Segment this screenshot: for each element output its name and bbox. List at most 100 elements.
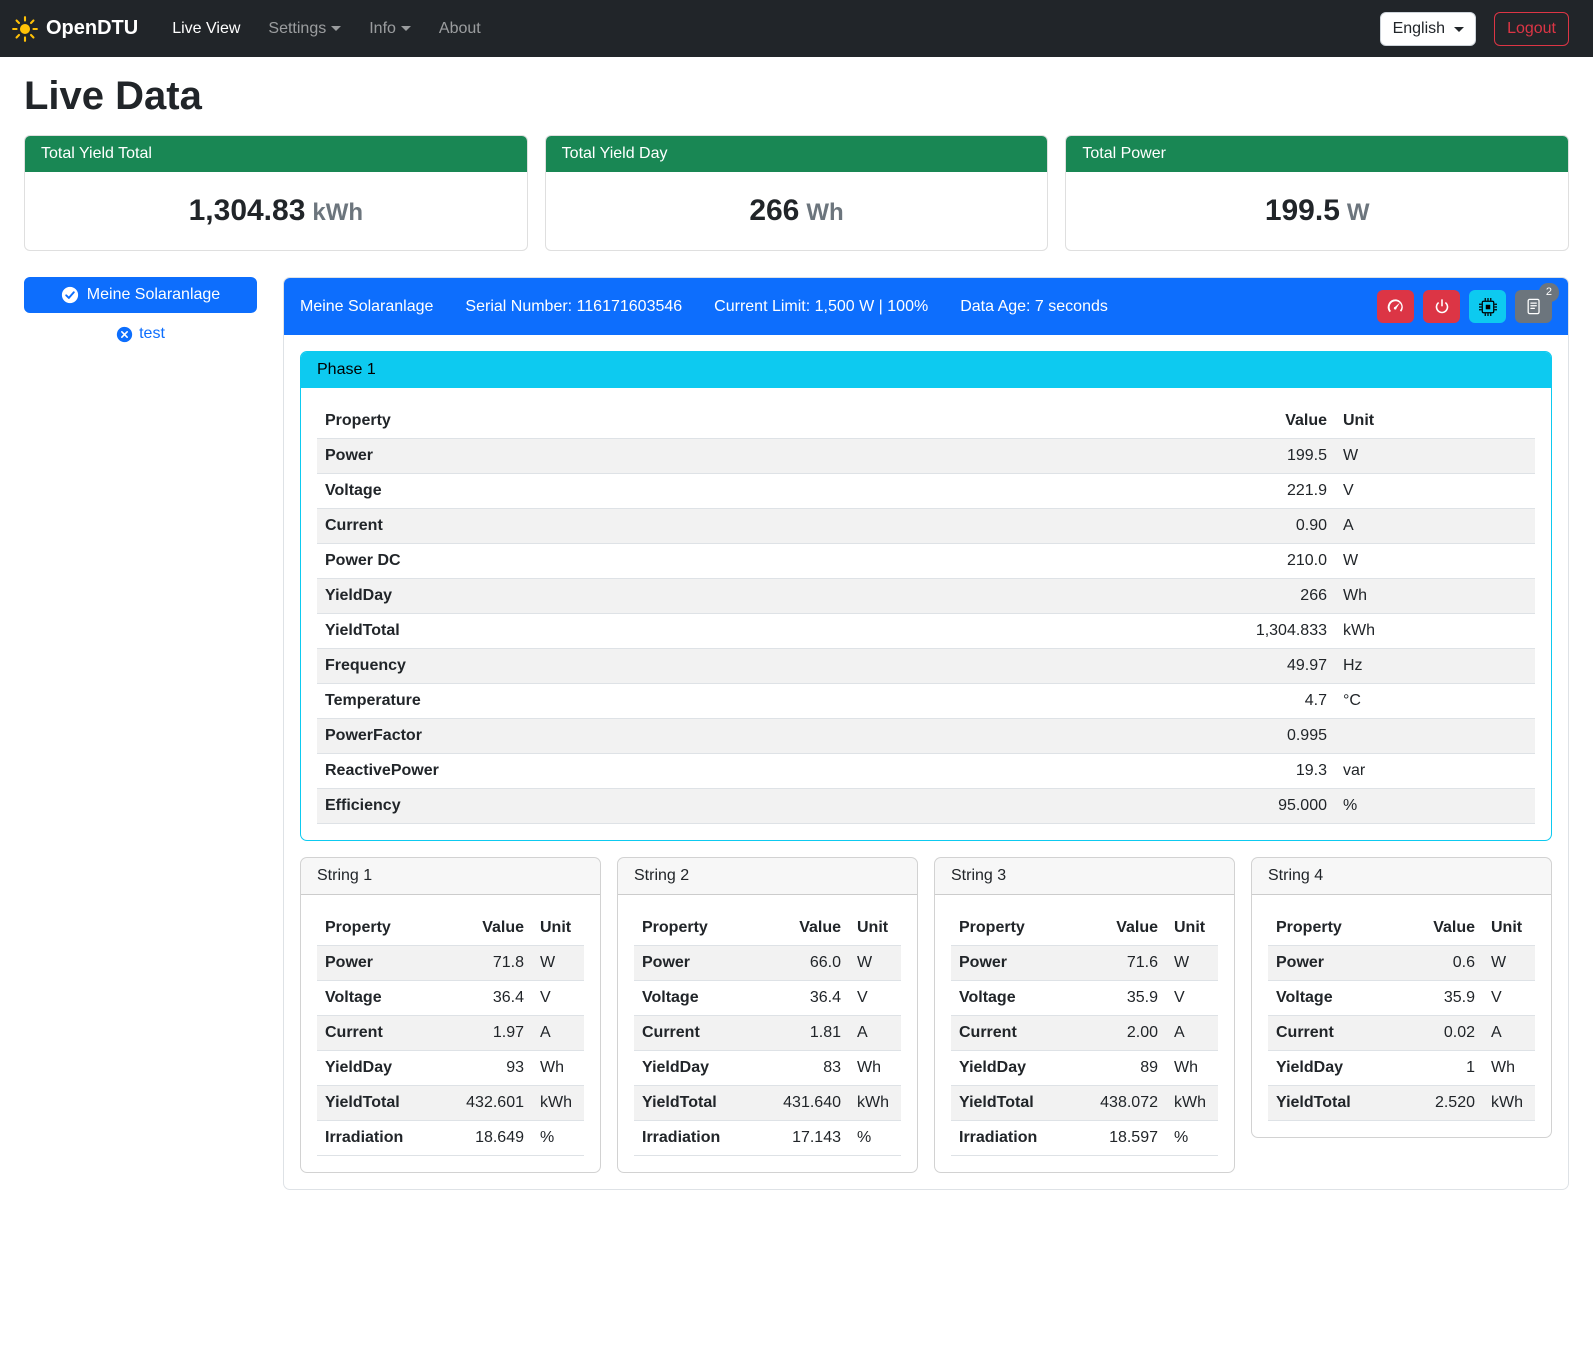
value-cell: 1.81 (775, 1016, 849, 1051)
property-cell: Voltage (317, 474, 1215, 509)
unit-cell: % (1335, 789, 1535, 824)
table-row: YieldTotal 431.640 kWh (634, 1086, 901, 1121)
string-table-body: Power 71.8 W Voltage 36.4 V (317, 946, 584, 1156)
value-cell: 66.0 (775, 946, 849, 981)
language-select[interactable]: English (1380, 12, 1476, 46)
unit-cell: kWh (1166, 1086, 1218, 1121)
value-cell: 36.4 (775, 981, 849, 1016)
property-cell: Voltage (951, 981, 1092, 1016)
column-header-property: Property (317, 911, 458, 946)
phase-card-body: Property Value Unit Power (301, 388, 1551, 840)
limit-settings-button[interactable] (1377, 290, 1414, 323)
property-cell: YieldTotal (951, 1086, 1092, 1121)
table-header-row: Property Value Unit (1268, 911, 1535, 946)
unit-cell: W (532, 946, 584, 981)
table-row: YieldDay 89 Wh (951, 1051, 1218, 1086)
table-row: Power DC 210.0 W (317, 544, 1535, 579)
device-info-button[interactable] (1469, 290, 1506, 323)
check-circle-icon (61, 286, 79, 304)
inverter-panel-header: Meine Solaranlage Serial Number: 1161716… (284, 278, 1568, 335)
value-cell: 36.4 (458, 981, 532, 1016)
string-table-body: Power 66.0 W Voltage 36.4 V (634, 946, 901, 1156)
chevron-down-icon (331, 26, 341, 31)
unit-cell: kWh (1483, 1086, 1535, 1121)
property-cell: Irradiation (317, 1121, 458, 1156)
brand[interactable]: OpenDTU (12, 16, 138, 42)
summary-card-total-power: Total Power 199.5W (1065, 135, 1569, 251)
property-cell: Power (634, 946, 775, 981)
cpu-icon (1479, 298, 1497, 316)
content-row: Meine Solaranlage test Meine Solaranlage… (24, 277, 1569, 1190)
table-row: PowerFactor 0.995 (317, 719, 1535, 754)
inverter-sidebar: Meine Solaranlage test (24, 277, 257, 343)
column-header-property: Property (317, 404, 1215, 439)
summary-card-value: 1,304.83 (189, 194, 306, 227)
nav-item-settings[interactable]: Settings (254, 12, 355, 46)
unit-cell: Wh (1335, 579, 1535, 614)
nav-item-info[interactable]: Info (355, 12, 425, 46)
column-header-unit: Unit (1166, 911, 1218, 946)
unit-cell: A (1335, 509, 1535, 544)
string-table-body: Power 71.6 W Voltage 35.9 V (951, 946, 1218, 1156)
value-cell: 1.97 (458, 1016, 532, 1051)
table-row: ReactivePower 19.3 var (317, 754, 1535, 789)
inverter-select-button-test[interactable]: test (24, 325, 257, 343)
power-icon (1433, 298, 1451, 316)
unit-cell: A (532, 1016, 584, 1051)
navbar-right: English Logout (1380, 12, 1569, 46)
value-cell: 221.9 (1215, 474, 1335, 509)
unit-cell: W (849, 946, 901, 981)
value-cell: 95.000 (1215, 789, 1335, 824)
table-row: YieldDay 83 Wh (634, 1051, 901, 1086)
table-row: Current 1.97 A (317, 1016, 584, 1051)
property-cell: Temperature (317, 684, 1215, 719)
phase-table: Property Value Unit Power (317, 404, 1535, 824)
string-table: Property Value Unit Power (951, 911, 1218, 1156)
value-cell: 0.90 (1215, 509, 1335, 544)
unit-cell: % (1166, 1121, 1218, 1156)
table-header-row: Property Value Unit (317, 911, 584, 946)
unit-cell (1335, 719, 1535, 754)
property-cell: YieldTotal (1268, 1086, 1411, 1121)
property-cell: Power (951, 946, 1092, 981)
strings-row: String 1 Property Value Unit (300, 857, 1552, 1173)
nav-links: Live View Settings Info About (158, 12, 495, 46)
column-header-unit: Unit (849, 911, 901, 946)
unit-cell: V (849, 981, 901, 1016)
string-card-body: Property Value Unit Power (618, 895, 917, 1172)
property-cell: Current (317, 509, 1215, 544)
property-cell: Voltage (1268, 981, 1411, 1016)
string-card-body: Property Value Unit Power (301, 895, 600, 1172)
unit-cell: V (1166, 981, 1218, 1016)
value-cell: 2.520 (1411, 1086, 1483, 1121)
unit-cell: V (1335, 474, 1535, 509)
string-table: Property Value Unit Power (1268, 911, 1535, 1121)
table-row: Power 0.6 W (1268, 946, 1535, 981)
table-row: Voltage 35.9 V (1268, 981, 1535, 1016)
logout-button[interactable]: Logout (1494, 12, 1569, 46)
nav-item-live-view[interactable]: Live View (158, 12, 254, 46)
language-select-value: English (1393, 20, 1445, 37)
inverter-select-button-active[interactable]: Meine Solaranlage (24, 277, 257, 313)
value-cell: 1,304.833 (1215, 614, 1335, 649)
column-header-property: Property (951, 911, 1092, 946)
unit-cell: V (532, 981, 584, 1016)
sun-icon (12, 16, 38, 42)
summary-card-title: Total Yield Day (546, 136, 1048, 172)
value-cell: 266 (1215, 579, 1335, 614)
value-cell: 4.7 (1215, 684, 1335, 719)
nav-item-about[interactable]: About (425, 12, 495, 46)
event-log-button[interactable]: 2 (1515, 290, 1552, 323)
summary-card-value: 199.5 (1265, 194, 1340, 227)
property-cell: YieldTotal (634, 1086, 775, 1121)
string-card-title: String 1 (301, 858, 600, 895)
summary-card-total-yield-day: Total Yield Day 266Wh (545, 135, 1049, 251)
string-card-title: String 2 (618, 858, 917, 895)
table-row: Power 71.8 W (317, 946, 584, 981)
value-cell: 93 (458, 1051, 532, 1086)
property-cell: Current (951, 1016, 1092, 1051)
inverter-select-label: test (139, 325, 165, 343)
phase-card-title: Phase 1 (301, 352, 1551, 388)
power-toggle-button[interactable] (1423, 290, 1460, 323)
value-cell: 17.143 (775, 1121, 849, 1156)
